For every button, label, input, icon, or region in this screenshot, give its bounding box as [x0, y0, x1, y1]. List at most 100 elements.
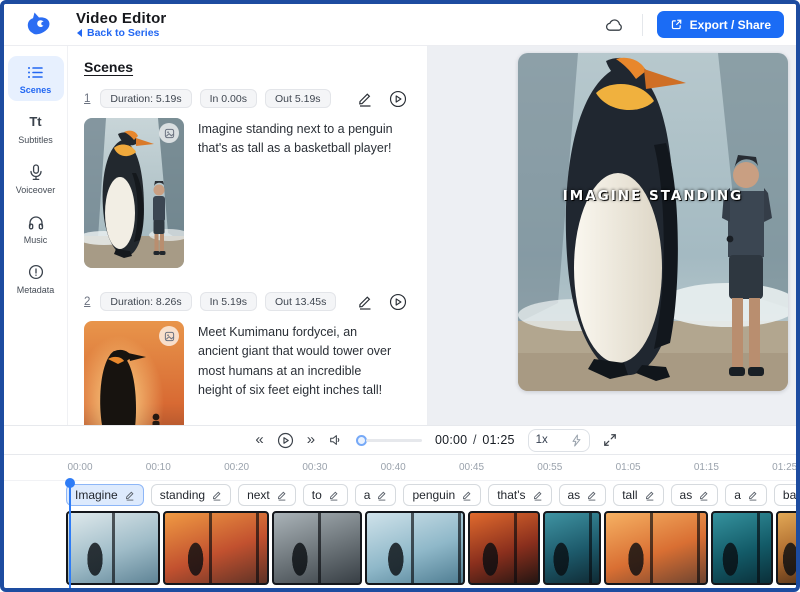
scene-number: 1 [84, 93, 90, 105]
sidebar-item-label: Subtitles [18, 135, 53, 145]
back-to-series-link[interactable]: Back to Series [76, 27, 166, 40]
word-chip-label: a [364, 488, 371, 502]
edit-word-icon[interactable] [125, 490, 135, 501]
playhead-handle[interactable] [65, 478, 75, 488]
skip-forward-button[interactable]: » [307, 432, 315, 449]
time-display: 00:00 / 01:25 [435, 433, 515, 447]
word-chip[interactable]: to [303, 484, 348, 506]
out-badge: Out 13.45s [265, 292, 336, 311]
timeline-tick: 00:45 [459, 462, 484, 473]
cloud-sync-icon[interactable] [602, 14, 628, 36]
app-window: Video Editor Back to Series Export / Sha… [0, 0, 800, 592]
edit-word-icon[interactable] [462, 490, 472, 501]
edit-word-icon[interactable] [699, 490, 709, 501]
export-button-label: Export / Share [690, 18, 771, 32]
timeline-ruler[interactable]: 00:0000:1000:2000:3000:4000:4500:5501:05… [4, 455, 796, 481]
image-badge-icon [159, 123, 179, 143]
subtitle-caption: IMAGINE STANDING [518, 188, 788, 204]
filmstrip-segment-stone-giant-water[interactable] [272, 511, 362, 585]
play-button[interactable] [277, 432, 294, 449]
export-share-button[interactable]: Export / Share [657, 11, 784, 38]
play-scene-icon[interactable] [389, 293, 407, 311]
mic-icon [27, 163, 45, 181]
volume-track[interactable] [366, 439, 422, 442]
word-chip-label: to [312, 488, 322, 502]
word-chip[interactable]: standing [151, 484, 231, 506]
word-chip-label: standing [160, 488, 205, 502]
filmstrip-segment-giant-penguin-boy-ice[interactable] [66, 511, 160, 585]
skip-back-button[interactable]: « [255, 432, 263, 449]
edit-word-icon[interactable] [377, 490, 387, 501]
edit-scene-icon[interactable] [357, 294, 373, 310]
word-timeline: Imagine standing next to a penguin that'… [4, 481, 796, 509]
sidebar-item-label: Scenes [20, 85, 52, 95]
filmstrip-segment-underwater-sharks[interactable] [543, 511, 601, 585]
edit-scene-icon[interactable] [357, 91, 373, 107]
filmstrip-segment-fiery-sky-dark-rocks[interactable] [468, 511, 540, 585]
edit-word-icon[interactable] [587, 490, 597, 501]
time-separator: / [471, 433, 479, 447]
word-chip-label: tall [622, 488, 637, 502]
scene-thumbnail-2[interactable] [84, 321, 184, 425]
sidebar-item-scenes[interactable]: Scenes [8, 56, 64, 101]
headphones-icon [27, 213, 45, 231]
word-chip[interactable]: as [671, 484, 719, 506]
edit-word-icon[interactable] [329, 490, 339, 501]
back-link-label: Back to Series [87, 27, 159, 40]
sidebar-item-metadata[interactable]: Metadata [8, 256, 64, 301]
sidebar-item-subtitles[interactable]: Tt Subtitles [8, 106, 64, 151]
word-chip[interactable]: next [238, 484, 296, 506]
timeline-tick: 00:20 [224, 462, 249, 473]
sidebar: Scenes Tt Subtitles Voiceover [4, 46, 68, 425]
word-chip[interactable]: basketball [774, 484, 796, 506]
timeline-tick: 01:15 [694, 462, 719, 473]
filmstrip-segment-ice-canyon-penguins[interactable] [365, 511, 465, 585]
sidebar-item-music[interactable]: Music [8, 206, 64, 251]
current-time: 00:00 [435, 433, 467, 447]
scenes-heading: Scenes [84, 59, 413, 75]
word-chip-label: Imagine [75, 488, 118, 502]
word-chip[interactable]: penguin [403, 484, 481, 506]
word-chip-label: basketball [783, 488, 796, 502]
fullscreen-button[interactable] [603, 433, 617, 447]
duration-badge: Duration: 8.26s [100, 292, 191, 311]
volume-icon[interactable] [328, 433, 343, 447]
duration-badge: Duration: 5.19s [100, 89, 191, 108]
playback-speed-control[interactable]: 1x [528, 429, 590, 452]
timeline-tick: 00:55 [537, 462, 562, 473]
word-chip-label: next [247, 488, 270, 502]
filmstrip-segment-penguins-walking-sunset[interactable] [604, 511, 708, 585]
word-chip[interactable]: that's [488, 484, 551, 506]
preview-panel: IMAGINE STANDING [428, 46, 796, 425]
word-chip[interactable]: tall [613, 484, 663, 506]
play-scene-icon[interactable] [389, 90, 407, 108]
timeline-tick: 00:00 [67, 462, 92, 473]
page-title: Video Editor [76, 10, 166, 27]
text-icon: Tt [27, 113, 45, 131]
edit-word-icon[interactable] [212, 490, 222, 501]
word-chip[interactable]: a [725, 484, 767, 506]
filmstrip-segment-sunset-beach-penguins[interactable] [163, 511, 269, 585]
scene-number: 2 [84, 296, 90, 308]
filmstrip-segment-deep-sea-shark[interactable] [711, 511, 773, 585]
sidebar-item-voiceover[interactable]: Voiceover [8, 156, 64, 201]
edit-word-icon[interactable] [748, 490, 758, 501]
word-chip-label: penguin [412, 488, 455, 502]
volume-slider[interactable] [356, 435, 422, 446]
word-chip[interactable]: Imagine [66, 484, 144, 506]
video-preview[interactable]: IMAGINE STANDING [518, 53, 788, 391]
edit-word-icon[interactable] [533, 490, 543, 501]
timeline-tick: 00:30 [302, 462, 327, 473]
word-chip-label: a [734, 488, 741, 502]
word-chip[interactable]: a [355, 484, 397, 506]
edit-word-icon[interactable] [645, 490, 655, 501]
edit-word-icon[interactable] [277, 490, 287, 501]
word-chip[interactable]: as [559, 484, 607, 506]
word-chip-label: that's [497, 488, 525, 502]
filmstrip-segment-golden-canyon[interactable] [776, 511, 796, 585]
timeline-tick: 01:05 [616, 462, 641, 473]
app-logo-icon[interactable] [24, 11, 54, 39]
timeline-tick: 00:40 [381, 462, 406, 473]
scene-thumbnail-1[interactable] [84, 118, 184, 268]
scene-card-2: 2 Duration: 8.26s In 5.19s Out 13.45s [84, 292, 413, 425]
